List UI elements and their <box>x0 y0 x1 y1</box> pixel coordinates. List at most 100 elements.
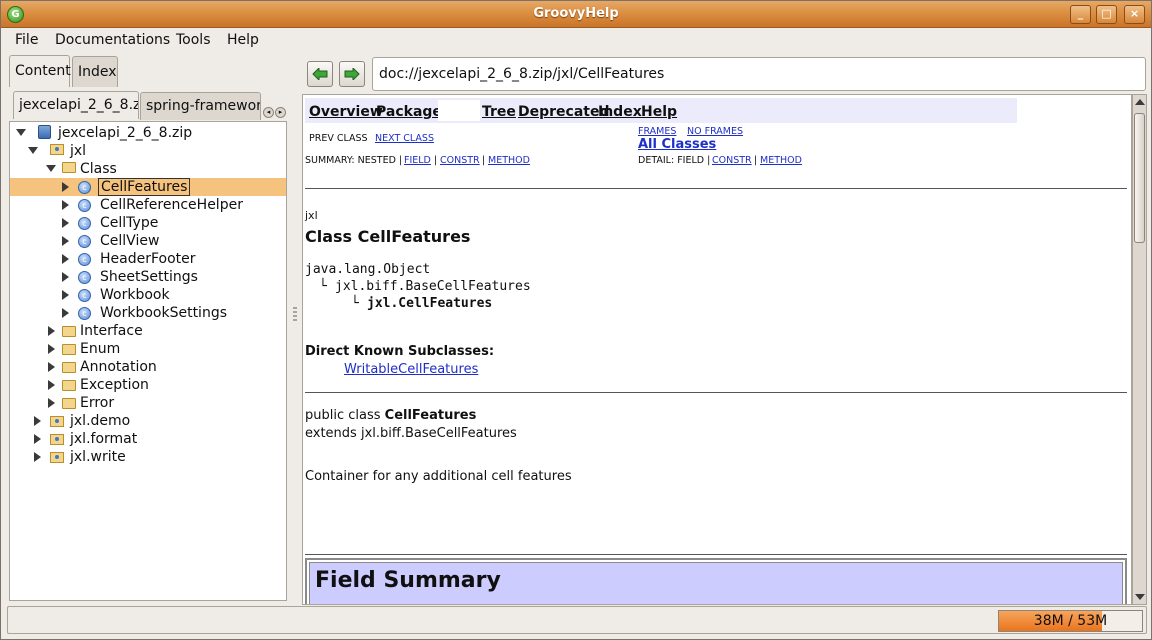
expand-arrow-icon[interactable] <box>34 452 41 462</box>
folder-icon <box>62 398 76 409</box>
tree-node-class-folder[interactable]: Class <box>80 160 117 178</box>
folder-icon <box>62 162 76 173</box>
tree-node-celltype[interactable]: CellType <box>100 214 158 232</box>
status-bar <box>7 606 1147 634</box>
nav-package-link[interactable]: Package <box>376 104 442 120</box>
tab-content[interactable]: Content <box>9 55 71 87</box>
expand-arrow-icon[interactable] <box>62 200 69 210</box>
expand-arrow-icon[interactable] <box>62 254 69 264</box>
separator: | <box>434 155 438 166</box>
detail-method-link[interactable]: METHOD <box>760 155 802 166</box>
tree-node-sheetsettings[interactable]: SheetSettings <box>100 268 198 286</box>
expand-arrow-icon[interactable] <box>34 416 41 426</box>
package-icon <box>50 434 64 445</box>
class-icon: c <box>78 217 91 230</box>
back-arrow-icon <box>312 68 328 80</box>
expand-arrow-icon[interactable] <box>48 362 55 372</box>
jar-icon <box>38 125 51 139</box>
nav-deprecated-link[interactable]: Deprecated <box>518 104 610 120</box>
menu-documentations[interactable]: Documentations <box>55 32 170 48</box>
split-pane-divider[interactable] <box>293 307 297 321</box>
tree-node-workbook[interactable]: Workbook <box>100 286 170 304</box>
class-icon: c <box>78 307 91 320</box>
class-title: Class CellFeatures <box>305 227 471 246</box>
expand-arrow-icon[interactable] <box>48 398 55 408</box>
tree-node-jxl-demo[interactable]: jxl.demo <box>70 412 130 430</box>
back-button[interactable] <box>307 61 333 87</box>
tree-node-cellreferencehelper[interactable]: CellReferenceHelper <box>100 196 243 214</box>
nav-tree-link[interactable]: Tree <box>482 104 516 120</box>
decl-prefix: public class <box>305 408 385 423</box>
minimize-button[interactable]: _ <box>1070 5 1091 24</box>
tree-node-enum[interactable]: Enum <box>80 340 120 358</box>
expand-arrow-icon[interactable] <box>34 434 41 444</box>
tab-scroll-right-icon[interactable]: ▸ <box>275 107 286 118</box>
tree-node-jxl-format[interactable]: jxl.format <box>70 430 137 448</box>
tree-node-headerfooter[interactable]: HeaderFooter <box>100 250 196 268</box>
expand-arrow-icon[interactable] <box>62 272 69 282</box>
nav-index-link[interactable]: Index <box>598 104 642 120</box>
memory-text: 38M / 53M <box>1033 613 1108 629</box>
expand-arrow-icon[interactable] <box>48 326 55 336</box>
tab-scroll-left-icon[interactable]: ◂ <box>263 107 274 118</box>
expand-arrow-icon[interactable] <box>48 344 55 354</box>
next-class-link[interactable]: NEXT CLASS <box>375 133 434 144</box>
expand-arrow-icon[interactable] <box>62 236 69 246</box>
class-icon: c <box>78 181 91 194</box>
doc-viewer: Overview Package Tree Deprecated Index H… <box>302 94 1132 605</box>
doc-vertical-scrollbar[interactable] <box>1132 94 1147 605</box>
expand-arrow-icon[interactable] <box>62 308 69 318</box>
tree-node-interface[interactable]: Interface <box>80 322 143 340</box>
close-button[interactable]: × <box>1124 5 1145 24</box>
package-name: jxl <box>305 209 318 222</box>
expand-arrow-icon[interactable] <box>62 290 69 300</box>
nav-overview-link[interactable]: Overview <box>309 104 383 120</box>
field-summary-heading: Field Summary <box>309 562 1123 604</box>
scroll-down-icon[interactable] <box>1135 594 1145 600</box>
summary-field-link[interactable]: FIELD <box>404 155 431 166</box>
tree-node-cellfeatures[interactable]: CellFeatures <box>98 178 191 196</box>
tree-node-root[interactable]: jexcelapi_2_6_8.zip <box>58 124 192 142</box>
tab-index[interactable]: Index <box>72 56 118 87</box>
tab-spring-framework[interactable]: spring-framework- <box>140 92 261 120</box>
expand-arrow-icon[interactable] <box>62 218 69 228</box>
subclasses-label: Direct Known Subclasses: <box>305 344 495 359</box>
no-frames-link[interactable]: NO FRAMES <box>687 126 743 137</box>
scroll-up-icon[interactable] <box>1135 99 1145 105</box>
package-icon <box>50 144 64 155</box>
subclass-link[interactable]: WritableCellFeatures <box>344 362 478 377</box>
frames-link[interactable]: FRAMES <box>638 126 676 137</box>
nav-help-link[interactable]: Help <box>641 104 677 120</box>
separator: | <box>754 155 758 166</box>
separator: | <box>482 155 486 166</box>
menu-help[interactable]: Help <box>227 32 259 48</box>
detail-constr-link[interactable]: CONSTR <box>712 155 752 166</box>
maximize-button[interactable]: □ <box>1096 5 1117 24</box>
menu-tools[interactable]: Tools <box>176 32 211 48</box>
tab-jexcelapi[interactable]: jexcelapi_2_6_8.zip <box>13 91 139 119</box>
collapse-arrow-icon[interactable] <box>46 165 56 172</box>
expand-arrow-icon[interactable] <box>62 182 69 192</box>
collapse-arrow-icon[interactable] <box>16 129 26 136</box>
all-classes-link[interactable]: All Classes <box>638 137 716 152</box>
summary-method-link[interactable]: METHOD <box>488 155 530 166</box>
tree-node-annotation[interactable]: Annotation <box>80 358 157 376</box>
folder-icon <box>62 362 76 373</box>
menu-file[interactable]: File <box>15 32 38 48</box>
tree-node-jxl[interactable]: jxl <box>70 142 86 160</box>
collapse-arrow-icon[interactable] <box>28 147 38 154</box>
hierarchy-current: jxl.CellFeatures <box>367 296 493 311</box>
tree-node-error[interactable]: Error <box>80 394 114 412</box>
address-field[interactable]: doc://jexcelapi_2_6_8.zip/jxl/CellFeatur… <box>372 57 1146 91</box>
expand-arrow-icon[interactable] <box>48 380 55 390</box>
memory-indicator[interactable]: 38M / 53M <box>998 610 1143 632</box>
tree-node-jxl-write[interactable]: jxl.write <box>70 448 126 466</box>
summary-constr-link[interactable]: CONSTR <box>440 155 480 166</box>
title-bar: G GroovyHelp _ □ × <box>1 1 1151 28</box>
tree-node-cellview[interactable]: CellView <box>100 232 159 250</box>
tree-node-exception[interactable]: Exception <box>80 376 149 394</box>
scroll-thumb[interactable] <box>1134 113 1145 243</box>
forward-button[interactable] <box>339 61 365 87</box>
tree-node-workbooksettings[interactable]: WorkbookSettings <box>100 304 227 322</box>
extends-line: extends jxl.biff.BaseCellFeatures <box>305 426 517 441</box>
